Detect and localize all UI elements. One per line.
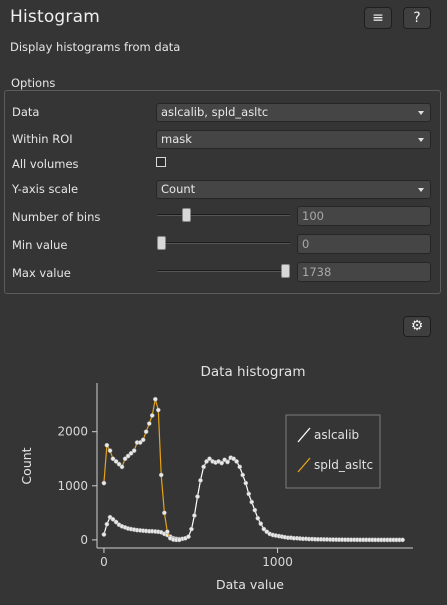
data-point [243, 480, 249, 486]
chart-title: Data histogram [201, 364, 306, 380]
data-point [198, 478, 203, 483]
data-point [246, 491, 252, 497]
data-point [140, 437, 146, 443]
y-tick-label: 0 [80, 533, 88, 547]
y-tick-label: 1000 [57, 479, 88, 493]
data-point [195, 494, 200, 499]
data-point [146, 421, 152, 426]
data-point [158, 472, 164, 478]
data-point [149, 413, 155, 418]
data-point [104, 442, 110, 448]
data-point [143, 429, 149, 435]
x-axis-label: Data value [216, 577, 284, 592]
y-axis-label: Count [19, 447, 34, 484]
data-point [164, 529, 170, 535]
chart-legend: aslcalib spld_asltc [285, 414, 381, 489]
x-tick-label: 1000 [262, 555, 293, 569]
data-point [201, 464, 206, 470]
data-point [249, 499, 255, 505]
data-point [131, 448, 137, 453]
data-point [258, 521, 264, 527]
data-point [119, 464, 125, 470]
data-point [252, 507, 258, 513]
data-point [101, 480, 107, 486]
data-point [152, 396, 158, 402]
data-point [400, 537, 405, 543]
data-point [176, 537, 182, 543]
legend-label: aslcalib [314, 428, 359, 442]
data-point [162, 510, 167, 516]
data-point [101, 532, 107, 537]
data-point [255, 515, 261, 521]
histogram-chart: Data histogram Data value Count 0 1000 200… [19, 364, 413, 592]
data-point [234, 459, 239, 464]
data-point [237, 464, 243, 470]
data-point [104, 521, 110, 527]
data-point [225, 459, 230, 465]
legend-box [285, 414, 381, 489]
data-point [192, 513, 197, 518]
y-tick-label: 2000 [57, 425, 88, 439]
data-point [189, 526, 194, 532]
data-point [107, 448, 113, 453]
legend-label: spld_asltc [314, 458, 373, 472]
data-point [155, 407, 161, 413]
data-point [186, 534, 191, 539]
data-point [240, 472, 246, 478]
x-tick-label: 0 [100, 555, 108, 569]
